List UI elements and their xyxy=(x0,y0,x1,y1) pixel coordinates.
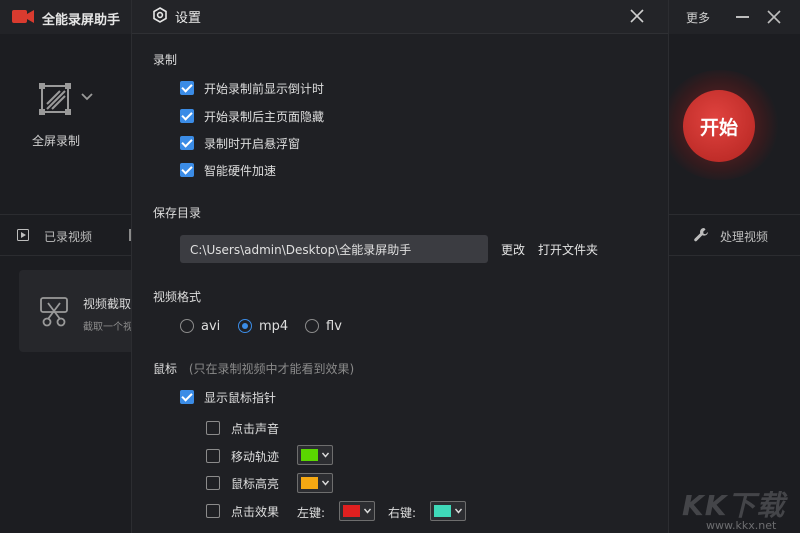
checkbox-click-sound[interactable] xyxy=(206,421,220,435)
chevron-down-icon xyxy=(322,452,329,458)
color-swatch xyxy=(301,449,318,461)
play-icon xyxy=(17,229,29,241)
option-label: 移动轨迹 xyxy=(231,449,280,464)
checkbox-move-trail[interactable] xyxy=(206,449,220,463)
scissors-icon xyxy=(40,297,68,327)
option-countdown[interactable]: 开始录制前显示倒计时 xyxy=(180,79,324,97)
dialog-header: 设置 xyxy=(132,0,668,34)
dialog-title: 设置 xyxy=(175,11,202,26)
tab-recorded-videos[interactable]: 已录视频 xyxy=(44,228,92,245)
right-click-label: 右键: xyxy=(388,506,417,520)
left-click-label: 左键: xyxy=(297,506,326,520)
trail-color-picker[interactable] xyxy=(297,445,333,465)
option-label: 鼠标高亮 xyxy=(231,476,280,491)
radio-label: mp4 xyxy=(259,318,289,334)
radio-label: avi xyxy=(201,318,221,334)
chevron-down-icon[interactable] xyxy=(80,92,94,102)
radio-avi[interactable] xyxy=(180,319,194,333)
option-label: 开始录制前显示倒计时 xyxy=(204,81,325,96)
window-close-icon[interactable] xyxy=(766,9,782,25)
option-label: 开始录制后主页面隐藏 xyxy=(204,109,325,124)
option-click-sound[interactable]: 点击声音 xyxy=(206,419,279,437)
format-option-avi[interactable]: avi xyxy=(180,317,220,335)
option-label: 录制时开启悬浮窗 xyxy=(204,136,301,151)
option-click-effect[interactable]: 点击效果 xyxy=(206,502,279,520)
settings-gear-icon xyxy=(153,7,167,23)
chevron-down-icon xyxy=(364,508,371,514)
app-logo-icon xyxy=(12,10,34,23)
watermark-url: www.kkx.net xyxy=(706,519,777,532)
close-icon[interactable] xyxy=(628,7,646,25)
option-hw-accel[interactable]: 智能硬件加速 xyxy=(180,161,276,179)
mouse-hint: (只在录制视频中才能看到效果) xyxy=(188,362,355,376)
change-dir-button[interactable]: 更改 xyxy=(501,241,525,258)
checkbox-hw-accel[interactable] xyxy=(180,163,194,177)
wrench-icon xyxy=(694,228,708,242)
option-label: 智能硬件加速 xyxy=(204,163,277,178)
option-show-pointer[interactable]: 显示鼠标指针 xyxy=(180,388,276,406)
option-label: 点击声音 xyxy=(231,421,280,436)
option-highlight[interactable]: 鼠标高亮 xyxy=(206,474,279,492)
card-title: 视频截取 xyxy=(83,297,132,311)
section-save-dir-label: 保存目录 xyxy=(153,206,202,220)
section-record-label: 录制 xyxy=(153,53,178,67)
mode-label: 全屏录制 xyxy=(32,134,81,148)
save-path-input[interactable] xyxy=(180,235,488,263)
chevron-down-icon xyxy=(322,480,329,486)
open-folder-button[interactable]: 打开文件夹 xyxy=(538,241,598,258)
left-click-color-picker[interactable] xyxy=(339,501,375,521)
watermark-text: KK下载 xyxy=(682,489,786,522)
format-option-mp4[interactable]: mp4 xyxy=(238,317,288,335)
section-mouse-label: 鼠标 (只在录制视频中才能看到效果) xyxy=(153,360,354,377)
checkbox-highlight[interactable] xyxy=(206,476,220,490)
option-float-window[interactable]: 录制时开启悬浮窗 xyxy=(180,134,300,152)
highlight-color-picker[interactable] xyxy=(297,473,333,493)
tab-process-video[interactable]: 处理视频 xyxy=(720,228,768,245)
mouse-label: 鼠标 xyxy=(153,362,178,376)
right-click-color-picker[interactable] xyxy=(430,501,466,521)
option-label: 显示鼠标指针 xyxy=(204,390,277,405)
start-record-button[interactable]: 开始 xyxy=(683,90,755,162)
checkbox-show-pointer[interactable] xyxy=(180,390,194,404)
radio-flv[interactable] xyxy=(305,319,319,333)
option-label: 点击效果 xyxy=(231,504,280,519)
checkbox-countdown[interactable] xyxy=(180,81,194,95)
color-swatch xyxy=(434,505,451,517)
fullscreen-mode-icon[interactable] xyxy=(38,82,72,116)
chevron-down-icon xyxy=(455,508,462,514)
option-hide-main[interactable]: 开始录制后主页面隐藏 xyxy=(180,107,324,125)
minimize-icon[interactable] xyxy=(736,16,749,18)
checkbox-float-window[interactable] xyxy=(180,136,194,150)
format-option-flv[interactable]: flv xyxy=(305,317,342,335)
more-menu-button[interactable]: 更多 xyxy=(686,9,710,26)
app-title: 全能录屏助手 xyxy=(42,13,121,28)
color-swatch xyxy=(343,505,360,517)
checkbox-click-effect[interactable] xyxy=(206,504,220,518)
option-move-trail[interactable]: 移动轨迹 xyxy=(206,447,279,465)
checkbox-hide-main[interactable] xyxy=(180,109,194,123)
radio-mp4[interactable] xyxy=(238,319,252,333)
color-swatch xyxy=(301,477,318,489)
section-format-label: 视频格式 xyxy=(153,290,202,304)
settings-dialog: 设置 录制 开始录制前显示倒计时 开始录制后主页面隐藏 录制时开启悬浮窗 智能硬… xyxy=(131,0,669,533)
radio-label: flv xyxy=(326,318,342,334)
